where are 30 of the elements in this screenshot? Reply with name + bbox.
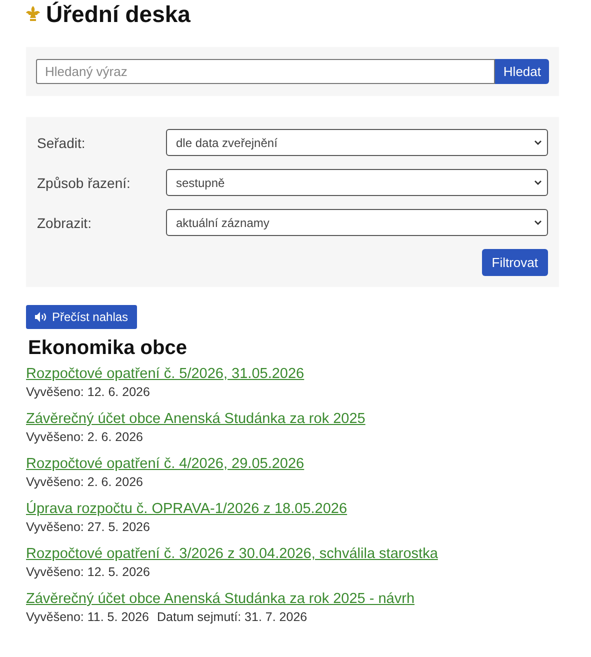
posted-date: Vyvěšeno: 11. 5. 2026 <box>26 610 150 624</box>
document-link[interactable]: Rozpočtové opatření č. 3/2026 z 30.04.2026, schválila starostka <box>26 546 438 562</box>
document-link[interactable]: Rozpočtové opatření č. 4/2026, 29.05.2026 <box>26 456 304 472</box>
posted-date: Vyvěšeno: 27. 5. 2026 <box>26 520 150 534</box>
fleur-de-lis-icon <box>26 6 40 22</box>
speaker-icon <box>35 312 47 322</box>
document-link[interactable]: Rozpočtové opatření č. 5/2026, 31.05.2026 <box>26 366 304 382</box>
chevron-down-icon <box>534 220 542 226</box>
page-title: Úřední deska <box>46 0 190 28</box>
dropdown[interactable]: aktuální záznamy <box>166 209 548 236</box>
filter-button[interactable]: Filtrovat <box>482 249 548 276</box>
document-link[interactable]: Závěrečný účet obce Anenská Studánka za rok 2025 - návrh <box>26 591 415 607</box>
posted-date: Vyvěšeno: 2. 6. 2026 <box>26 475 143 489</box>
dropdown[interactable]: dle data zveřejnění <box>166 129 548 156</box>
posted-date: Vyvěšeno: 12. 6. 2026 <box>26 385 150 399</box>
document-link[interactable]: Úprava rozpočtu č. OPRAVA-1/2026 z 18.05.2026 <box>26 501 348 517</box>
filter-label: Zobrazit: <box>37 214 92 230</box>
section-title: Ekonomika obce <box>28 337 188 360</box>
chevron-down-icon <box>534 180 542 186</box>
search-field[interactable]: Hledaný výraz <box>36 59 496 84</box>
filter-label: Způsob řazení: <box>37 174 132 190</box>
search-button[interactable]: Hledat <box>495 59 549 84</box>
chevron-down-icon <box>534 140 542 146</box>
dropdown[interactable]: sestupně <box>166 169 548 196</box>
removal-date: Datum sejmutí: 31. 7. 2026 <box>157 610 308 624</box>
filter-label: Seřadit: <box>37 134 86 150</box>
posted-date: Vyvěšeno: 12. 5. 2026 <box>26 565 150 579</box>
read-aloud-button[interactable]: Přečíst nahlas <box>26 305 138 329</box>
document-link[interactable]: Závěrečný účet obce Anenská Studánka za rok 2025 <box>26 411 366 427</box>
posted-date: Vyvěšeno: 2. 6. 2026 <box>26 430 143 444</box>
